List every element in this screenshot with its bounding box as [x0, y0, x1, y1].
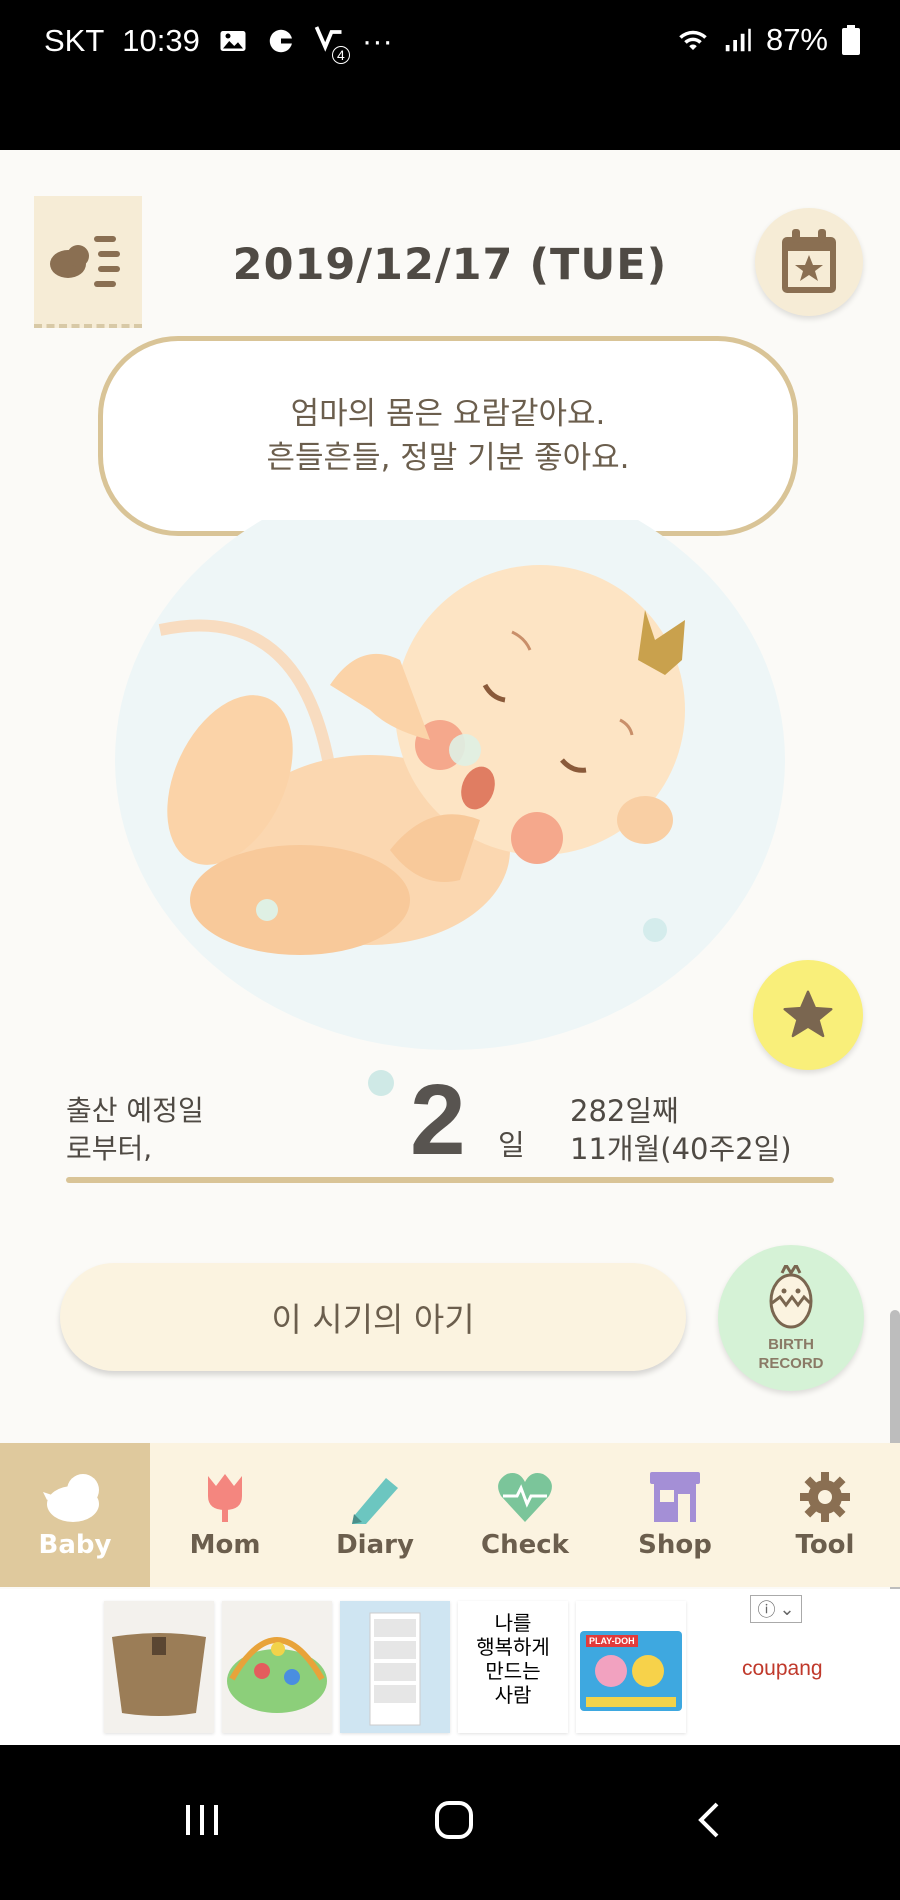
- bottom-nav: Baby Mom Diary Check Shop Tool: [0, 1443, 900, 1587]
- gear-icon: [800, 1472, 850, 1522]
- poster-line-1: 나를: [494, 1611, 532, 1635]
- favorite-button[interactable]: [753, 960, 863, 1070]
- poster-line-3: 만드는: [485, 1659, 541, 1683]
- ad-product-shelf[interactable]: [340, 1601, 450, 1733]
- hatching-egg-icon: [769, 1265, 813, 1329]
- carrier-label: SKT: [44, 23, 105, 58]
- battery-icon: [842, 25, 860, 55]
- notification-badge: 4: [331, 46, 350, 64]
- birth-record-button[interactable]: BIRTH RECORD: [718, 1245, 864, 1391]
- nav-tab-shop[interactable]: Shop: [600, 1443, 750, 1587]
- back-icon: [698, 1802, 719, 1838]
- star-icon: [783, 990, 833, 1038]
- chevron-down-icon: ⌄: [779, 1598, 795, 1620]
- back-button[interactable]: [668, 1785, 748, 1855]
- clock: 10:39: [122, 23, 200, 58]
- bird-menu-icon: [50, 236, 120, 287]
- ad-brand-coupang[interactable]: coupang: [742, 1657, 823, 1681]
- calendar-button[interactable]: [755, 208, 863, 316]
- wifi-icon: [679, 30, 707, 50]
- ad-info-button[interactable]: ⓘ ⌄: [750, 1595, 802, 1623]
- dday-unit: 일: [498, 1128, 525, 1162]
- dday-label-line1: 출산 예정일: [66, 1094, 204, 1127]
- playdoh-logo-text: PLAY-DOH: [586, 1635, 638, 1647]
- bubble-line-1: 엄마의 몸은 요람같아요.: [290, 396, 606, 432]
- pencil-icon: [352, 1478, 398, 1524]
- ad-product-playdoh[interactable]: PLAY-DOH: [576, 1601, 686, 1733]
- more-notifications-icon: ···: [361, 23, 393, 58]
- store-icon: [650, 1472, 700, 1522]
- gallery-notification-icon: [220, 31, 246, 51]
- ad-product-poster[interactable]: 나를 행복하게 만드는 사람: [458, 1601, 568, 1733]
- system-nav-bar: [0, 1745, 900, 1900]
- dday-stats: 282일째 11개월(40주2일): [570, 1092, 792, 1168]
- nav-label-mom: Mom: [189, 1530, 261, 1560]
- cast-notification-icon: [269, 29, 294, 53]
- coupang-logo: coupang: [742, 1657, 823, 1680]
- info-icon: ⓘ: [757, 1600, 776, 1621]
- months-weeks-count: 11개월(40주2일): [570, 1132, 792, 1166]
- baby-this-period-button[interactable]: 이 시기의 아기: [60, 1263, 686, 1371]
- recent-apps-button[interactable]: [162, 1785, 242, 1855]
- speech-bubble: 엄마의 몸은 요람같아요. 흔들흔들, 정말 기분 좋아요.: [98, 336, 798, 536]
- nav-tab-diary[interactable]: Diary: [300, 1443, 450, 1587]
- status-right: 87%: [678, 22, 860, 58]
- heart-pulse-icon: [498, 1473, 552, 1522]
- nav-label-check: Check: [481, 1530, 569, 1560]
- dday-label: 출산 예정일 로부터,: [66, 1092, 204, 1168]
- days-count: 282일째: [570, 1094, 679, 1128]
- nav-label-diary: Diary: [336, 1530, 414, 1560]
- dday-number: 2: [410, 1064, 466, 1176]
- nav-tab-baby[interactable]: Baby: [0, 1443, 150, 1587]
- ad-product-bag[interactable]: [104, 1601, 214, 1733]
- poster-line-2: 행복하게: [476, 1635, 550, 1659]
- home-button[interactable]: [414, 1785, 494, 1855]
- nav-label-baby: Baby: [38, 1530, 112, 1560]
- calendar-star-icon: [782, 229, 836, 293]
- dday-divider: [66, 1177, 834, 1183]
- birth-record-line2: RECORD: [758, 1355, 824, 1372]
- birth-record-line1: BIRTH: [768, 1336, 814, 1353]
- page-title-date: 2019/12/17 (TUE): [232, 240, 668, 290]
- poster-line-4: 사람: [494, 1683, 532, 1707]
- birth-record-label: BIRTH RECORD: [758, 1335, 823, 1373]
- home-icon: [435, 1801, 473, 1839]
- multi-notification-icon: 4: [314, 22, 350, 64]
- floating-bubble: [368, 1070, 394, 1096]
- fetus-illustration: [115, 520, 785, 1050]
- ad-banner: 나를 행복하게 만드는 사람 PLAY-DOH ⓘ ⌄ coupang: [0, 1589, 900, 1745]
- nav-label-tool: Tool: [795, 1530, 855, 1560]
- menu-button[interactable]: [34, 196, 142, 328]
- bird-icon: [43, 1474, 99, 1522]
- bubble-line-2: 흔들흔들, 정말 기분 좋아요.: [266, 440, 630, 476]
- ad-product-playmat[interactable]: [222, 1601, 332, 1733]
- status-bar: SKT 10:39 4 ··· 87%: [0, 0, 900, 150]
- nav-tab-check[interactable]: Check: [450, 1443, 600, 1587]
- nav-tab-tool[interactable]: Tool: [750, 1443, 900, 1587]
- battery-percent: 87%: [765, 22, 828, 57]
- dday-label-line2: 로부터,: [66, 1132, 153, 1165]
- status-left: SKT 10:39 4 ···: [44, 22, 393, 64]
- nav-label-shop: Shop: [638, 1530, 712, 1560]
- tulip-icon: [208, 1474, 242, 1522]
- signal-icon: [725, 28, 751, 52]
- nav-tab-mom[interactable]: Mom: [150, 1443, 300, 1587]
- recent-apps-icon: [186, 1805, 218, 1835]
